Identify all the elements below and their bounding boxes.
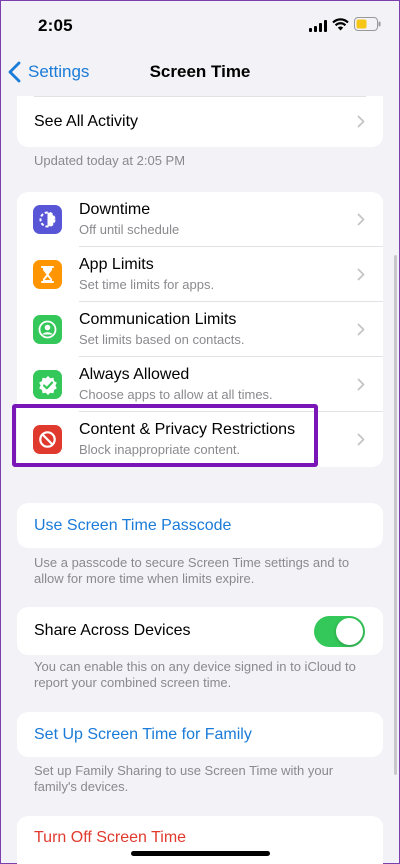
share-footnote: You can enable this on any device signed… <box>34 659 356 690</box>
chevron-right-icon <box>357 268 365 281</box>
chevron-right-icon <box>357 323 365 336</box>
content-privacy-restrictions-subtitle: Block inappropriate content. <box>79 442 241 457</box>
chevron-right-icon <box>357 378 365 391</box>
communication-limits-title: Communication Limits <box>79 311 237 328</box>
home-indicator <box>131 851 270 856</box>
family-setup-label: Set Up Screen Time for Family <box>34 725 252 743</box>
restriction-icon <box>33 425 62 454</box>
share-across-devices-row: Share Across Devices <box>17 607 383 655</box>
communication-limits-row[interactable]: Communication Limits Set limits based on… <box>17 302 383 357</box>
battery-icon <box>354 17 381 31</box>
share-across-devices-toggle[interactable] <box>314 616 365 647</box>
wifi-icon <box>332 18 349 31</box>
navigation-bar: Settings Screen Time <box>0 50 400 94</box>
see-all-activity-row[interactable]: See All Activity <box>17 96 383 147</box>
passcode-card: Use Screen Time Passcode <box>17 503 383 548</box>
downtime-icon <box>33 205 62 234</box>
see-all-activity-label: See All Activity <box>34 112 139 130</box>
app-limits-title: App Limits <box>79 256 154 273</box>
checkmark-badge-icon <box>33 370 62 399</box>
contact-icon <box>33 315 62 344</box>
downtime-title: Downtime <box>79 201 151 218</box>
chevron-right-icon <box>357 115 365 128</box>
activity-card: See All Activity <box>17 96 383 147</box>
status-bar: 2:05 <box>0 0 400 50</box>
passcode-footnote: Use a passcode to secure Screen Time set… <box>34 555 350 586</box>
family-card: Set Up Screen Time for Family <box>17 712 383 757</box>
scrollbar[interactable] <box>394 255 397 775</box>
always-allowed-title: Always Allowed <box>79 366 190 383</box>
app-limits-row[interactable]: App Limits Set time limits for apps. <box>17 247 383 302</box>
always-allowed-row[interactable]: Always Allowed Choose apps to allow at a… <box>17 357 383 412</box>
limits-card: Downtime Off until schedule App Limits S… <box>17 192 383 467</box>
family-footnote: Set up Family Sharing to use Screen Time… <box>34 763 334 794</box>
toggle-knob <box>336 618 363 645</box>
share-across-devices-label: Share Across Devices <box>34 622 191 639</box>
updated-footnote: Updated today at 2:05 PM <box>34 153 186 168</box>
use-passcode-row[interactable]: Use Screen Time Passcode <box>17 503 383 548</box>
cellular-signal-icon <box>309 20 327 32</box>
content-privacy-restrictions-title: Content & Privacy Restrictions <box>79 421 296 438</box>
use-passcode-label: Use Screen Time Passcode <box>34 516 232 534</box>
downtime-subtitle: Off until schedule <box>79 222 180 237</box>
share-card: Share Across Devices <box>17 607 383 655</box>
hourglass-icon <box>33 260 62 289</box>
always-allowed-subtitle: Choose apps to allow at all times. <box>79 387 273 402</box>
content-privacy-restrictions-row[interactable]: Content & Privacy Restrictions Block ina… <box>17 412 383 467</box>
chevron-right-icon <box>357 213 365 226</box>
status-time: 2:05 <box>38 16 73 35</box>
downtime-row[interactable]: Downtime Off until schedule <box>17 192 383 247</box>
page-title: Screen Time <box>149 62 251 81</box>
turn-off-label: Turn Off Screen Time <box>34 829 187 846</box>
chevron-right-icon <box>357 433 365 446</box>
communication-limits-subtitle: Set limits based on contacts. <box>79 332 245 347</box>
app-limits-subtitle: Set time limits for apps. <box>79 277 215 292</box>
family-setup-row[interactable]: Set Up Screen Time for Family <box>17 712 383 757</box>
turn-off-card: Turn Off Screen Time <box>17 816 383 864</box>
